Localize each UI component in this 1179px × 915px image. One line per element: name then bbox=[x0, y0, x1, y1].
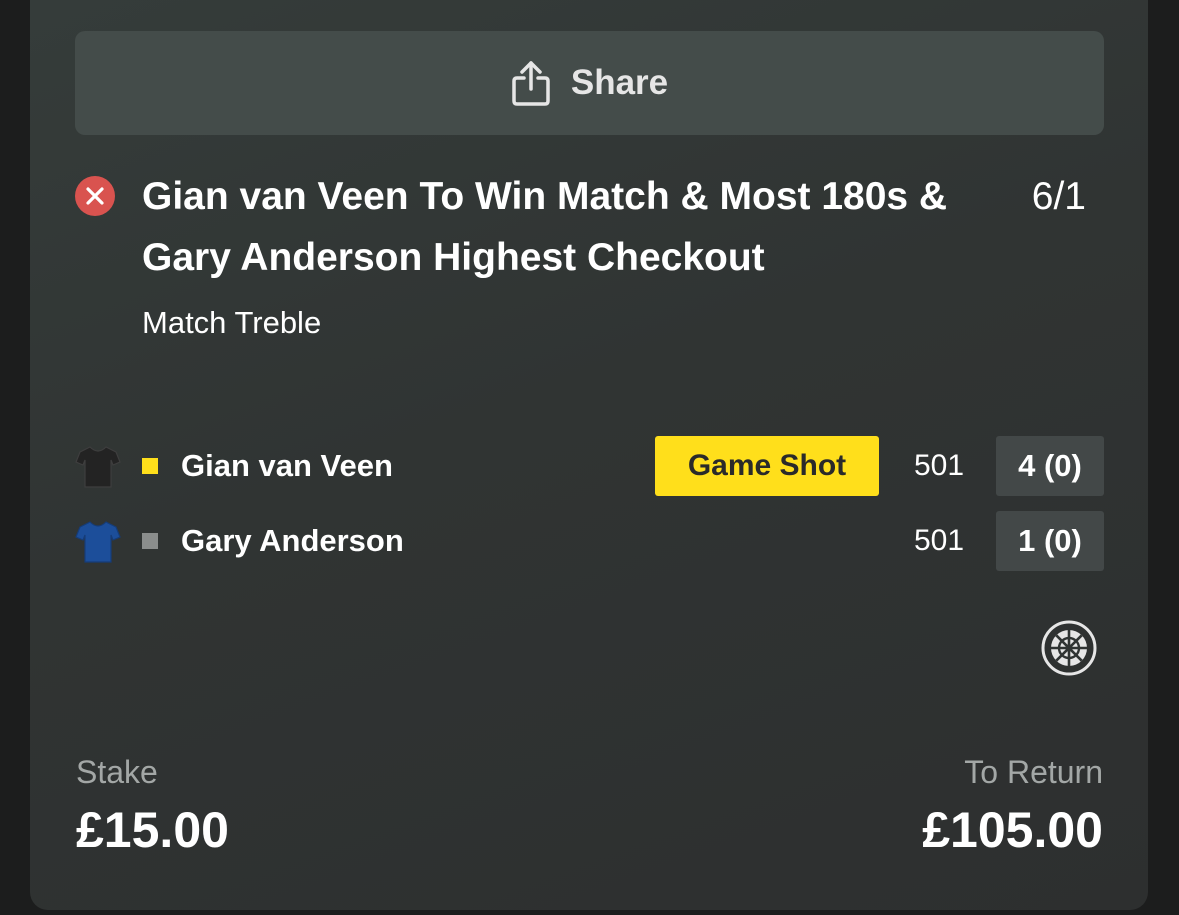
game-shot-badge: Game Shot bbox=[655, 436, 879, 496]
close-circle-icon bbox=[75, 176, 115, 216]
scoreboard-row: Gian van Veen Game Shot 501 4 (0) bbox=[75, 436, 1104, 496]
stake-value: £15.00 bbox=[76, 802, 229, 858]
share-label: Share bbox=[570, 63, 669, 102]
market-name: Match Treble bbox=[142, 305, 322, 340]
share-button-content: Share bbox=[511, 59, 668, 107]
to-return-label: To Return bbox=[964, 754, 1103, 790]
selection-odds: 6/1 bbox=[1031, 175, 1086, 218]
player-score: 501 bbox=[913, 449, 965, 482]
selection-title: Gian van Veen To Win Match & Most 180s &… bbox=[142, 175, 948, 279]
player-legs: 1 (0) bbox=[996, 511, 1104, 571]
player-name: Gary Anderson bbox=[181, 523, 404, 558]
player-legs: 4 (0) bbox=[996, 436, 1104, 496]
scoreboard-row: Gary Anderson 501 1 (0) bbox=[75, 511, 1104, 571]
player-shirt-icon bbox=[75, 521, 121, 563]
to-return-value: £105.00 bbox=[922, 802, 1103, 858]
share-button[interactable]: Share bbox=[75, 31, 1104, 135]
player-name: Gian van Veen bbox=[181, 448, 393, 483]
player-score: 501 bbox=[913, 524, 965, 557]
server-indicator bbox=[142, 458, 158, 474]
player-shirt-icon bbox=[75, 446, 121, 488]
stake-label: Stake bbox=[76, 754, 158, 790]
dartboard-icon bbox=[1041, 620, 1097, 676]
share-icon bbox=[512, 61, 550, 106]
bet-card: Share Gian van Veen To Win Match & Most … bbox=[30, 0, 1148, 910]
server-indicator bbox=[142, 533, 158, 549]
